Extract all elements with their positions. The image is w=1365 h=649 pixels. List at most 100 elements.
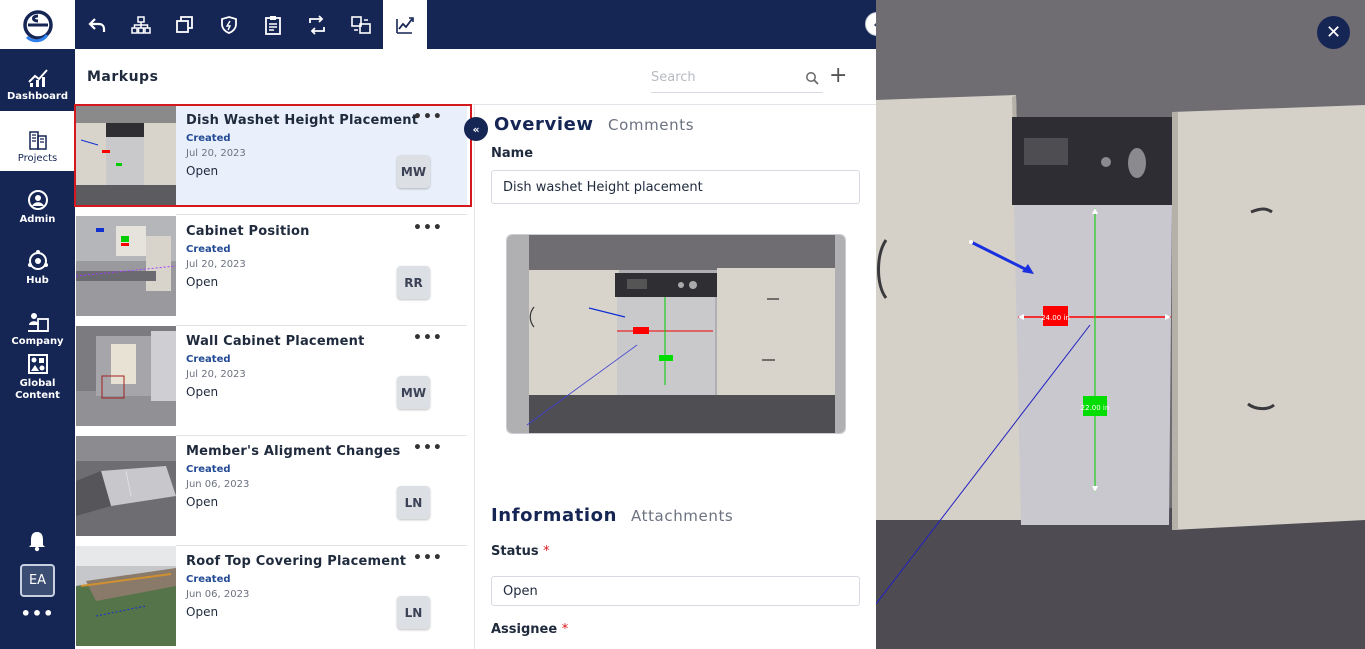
- sync-button[interactable]: [295, 0, 339, 49]
- markup-state: Open: [186, 275, 219, 289]
- undo-button[interactable]: [75, 0, 119, 49]
- assignee-avatar: LN: [397, 486, 430, 519]
- markup-state: Open: [186, 164, 219, 178]
- nav-admin[interactable]: Admin: [0, 172, 75, 232]
- assignee-avatar: MW: [397, 376, 430, 409]
- nav-hub[interactable]: Hub: [0, 233, 75, 293]
- nav-hub-label: Hub: [26, 275, 49, 286]
- status-label: Status *: [491, 544, 550, 559]
- clipboard-button[interactable]: [251, 0, 295, 49]
- copy-button[interactable]: [163, 0, 207, 49]
- markup-thumbnail: [76, 216, 176, 316]
- collapse-list-button[interactable]: «: [464, 117, 488, 141]
- markup-card-wall-cabinet[interactable]: Wall Cabinet Placement Created Jul 20, 2…: [75, 326, 467, 426]
- markup-date: Jun 06, 2023: [186, 479, 250, 490]
- clipboard-icon: [265, 15, 281, 35]
- nav-admin-label: Admin: [19, 214, 56, 225]
- hierarchy-button[interactable]: [119, 0, 163, 49]
- more-options-icon[interactable]: •••: [413, 550, 443, 566]
- tab-overview[interactable]: Overview: [494, 114, 594, 135]
- nav-global-content[interactable]: Global Content: [0, 350, 75, 408]
- markup-thumbnail: [76, 436, 176, 536]
- markup-status-tag: Created: [186, 133, 231, 144]
- markup-state: Open: [186, 385, 219, 399]
- markup-title: Member's Aligment Changes: [186, 444, 401, 459]
- markup-state: Open: [186, 605, 219, 619]
- shield-button[interactable]: [207, 0, 251, 49]
- markup-thumbnail: [76, 326, 176, 426]
- model-viewer[interactable]: 24.00 in 22.00 in: [876, 0, 1365, 649]
- nav-global-content-label: Global Content: [15, 378, 60, 401]
- markup-preview-image[interactable]: [506, 234, 846, 434]
- markup-button[interactable]: [383, 0, 427, 49]
- app-logo[interactable]: [0, 0, 75, 49]
- markup-status-tag: Created: [186, 574, 231, 585]
- name-label: Name: [491, 146, 534, 161]
- markup-title: Wall Cabinet Placement: [186, 334, 365, 349]
- company-icon: [27, 313, 49, 332]
- width-dimension-label: 24.00 in: [1041, 314, 1070, 322]
- assignee-avatar: MW: [397, 155, 430, 188]
- bell-icon[interactable]: [27, 530, 47, 552]
- more-options-icon[interactable]: •••: [413, 330, 443, 346]
- more-options-icon[interactable]: •••: [413, 220, 443, 236]
- search-input[interactable]: [651, 68, 801, 85]
- copy-icon: [176, 15, 193, 33]
- markup-status-tag: Created: [186, 354, 231, 365]
- nav-company[interactable]: Company: [0, 294, 75, 354]
- add-markup-button[interactable]: +: [829, 65, 847, 87]
- name-field[interactable]: Dish washet Height placement: [491, 170, 860, 204]
- markup-card-member-alignment[interactable]: Member's Aligment Changes Created Jun 06…: [75, 436, 467, 536]
- shield-icon: [221, 15, 237, 34]
- assignee-label: Assignee *: [491, 622, 568, 637]
- undo-icon: [88, 17, 106, 32]
- markup-date: Jul 20, 2023: [186, 148, 246, 159]
- markup-card-roof-top[interactable]: Roof Top Covering Placement Created Jun …: [75, 546, 467, 646]
- markup-date: Jul 20, 2023: [186, 369, 246, 380]
- more-options-icon[interactable]: •••: [413, 109, 443, 125]
- markup-card-dish-washer[interactable]: Dish Washet Height Placement Created Jul…: [75, 105, 467, 205]
- tab-attachments[interactable]: Attachments: [631, 507, 733, 525]
- assignee-label-text: Assignee: [491, 622, 558, 637]
- tab-comments[interactable]: Comments: [608, 116, 694, 134]
- assignee-avatar: LN: [397, 596, 430, 629]
- markups-title: Markups: [87, 69, 159, 85]
- user-avatar[interactable]: EA: [20, 564, 55, 597]
- markup-icon: [396, 16, 414, 34]
- markup-card-cabinet-position[interactable]: Cabinet Position Created Jul 20, 2023 Op…: [75, 216, 467, 316]
- search-icon[interactable]: [805, 71, 819, 85]
- nav-dashboard-label: Dashboard: [7, 91, 68, 102]
- markup-thumbnail: [76, 105, 176, 205]
- required-marker: *: [561, 622, 569, 637]
- status-label-text: Status: [491, 544, 539, 559]
- tab-information[interactable]: Information: [491, 505, 617, 526]
- markup-status-tag: Created: [186, 464, 231, 475]
- nav-projects[interactable]: Projects: [0, 111, 75, 171]
- required-marker: *: [543, 544, 550, 559]
- markup-list: Dish Washet Height Placement Created Jul…: [75, 105, 475, 649]
- markup-state: Open: [186, 495, 219, 509]
- more-options-icon[interactable]: •••: [413, 440, 443, 456]
- projects-icon: [28, 131, 47, 150]
- dashboard-icon: [27, 69, 48, 87]
- markup-title: Cabinet Position: [186, 224, 310, 239]
- nav-projects-label: Projects: [17, 153, 58, 164]
- nav-more-icon[interactable]: •••: [0, 604, 75, 623]
- admin-icon: [27, 190, 48, 210]
- top-toolbar: [75, 0, 876, 49]
- markup-title: Dish Washet Height Placement: [186, 113, 419, 128]
- search-box: [651, 66, 823, 93]
- hub-icon: [27, 250, 48, 270]
- left-nav: Dashboard Projects Admin Hub Company Glo…: [0, 0, 75, 649]
- sync-icon: [309, 14, 325, 35]
- close-viewer-button[interactable]: ✕: [1317, 16, 1350, 49]
- status-field[interactable]: Open: [491, 576, 860, 606]
- markup-date: Jul 20, 2023: [186, 259, 246, 270]
- nav-company-label: Company: [11, 336, 64, 347]
- list-divider: [176, 214, 467, 215]
- compare-icon: [351, 15, 371, 34]
- markup-title: Roof Top Covering Placement: [186, 554, 407, 569]
- compare-button[interactable]: [339, 0, 383, 49]
- hierarchy-icon: [131, 15, 151, 34]
- nav-dashboard[interactable]: Dashboard: [0, 49, 75, 109]
